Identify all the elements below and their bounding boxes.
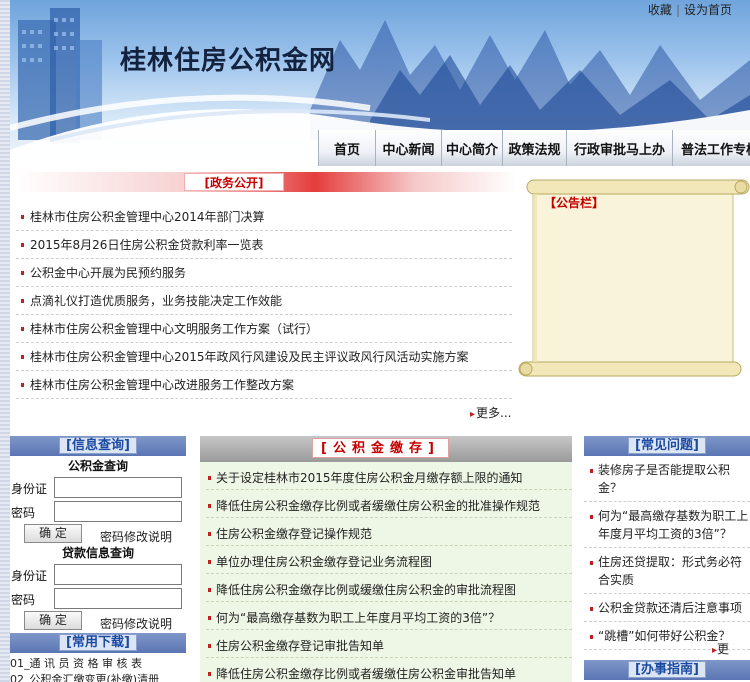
fund-password-input[interactable] xyxy=(54,501,182,522)
list-item[interactable]: 何为“最高缴存基数为职工上年度月平均工资的3倍”？ xyxy=(206,602,572,630)
loan-confirm-button[interactable]: 确 定 xyxy=(24,611,82,630)
loan-change-password-link[interactable]: 密码修改说明 xyxy=(100,615,172,632)
site-title: 桂林住房公积金网 xyxy=(120,46,337,76)
fund-confirm-button[interactable]: 确 定 xyxy=(24,524,82,543)
fund-deposit-header: [公积金缴存] xyxy=(200,436,572,462)
download-item[interactable]: 01_通 讯 员 资 格 审 核 表 xyxy=(10,656,186,672)
list-item[interactable]: 关于设定桂林市2015年度住房公积金月缴存额上限的通知 xyxy=(206,462,572,490)
faq-title: [常见问题] xyxy=(628,437,706,454)
password-label: 密码 xyxy=(11,506,36,520)
info-query-header: [信息查询] xyxy=(10,436,186,456)
downloads-list: 01_通 讯 员 资 格 审 核 表 02_公积金汇缴变更(补缴)清册 xyxy=(10,656,186,682)
tab-center-news[interactable]: 中心新闻 xyxy=(375,130,441,166)
fund-deposit-list: 关于设定桂林市2015年度住房公积金月缴存额上限的通知 降低住房公积金缴存比例或… xyxy=(200,462,572,682)
list-item[interactable]: 2015年8月26日住房公积金贷款利率一览表 xyxy=(16,231,512,259)
faq-item[interactable]: 公积金贷款还清后注意事项 xyxy=(584,594,750,622)
list-item[interactable]: 单位办理住房公积金缴存登记业务流程图 xyxy=(206,546,572,574)
list-item[interactable]: 桂林市住房公积金管理中心改进服务工作整改方案 xyxy=(16,371,512,399)
faq-list: 装修房子是否能提取公积金？ 何为“最高缴存基数为职工上年度月平均工资的3倍”？ … xyxy=(584,456,750,650)
main-nav: 首页 中心新闻 中心简介 政策法规 行政审批马上办 普法工作专栏 xyxy=(318,122,750,168)
list-item[interactable]: 降低住房公积金缴存比例或者缓缴住房公积金的批准操作规范 xyxy=(206,490,572,518)
left-decorative-strip xyxy=(0,0,10,682)
page: 桂林住房公积金网 收藏 | 设为首页 首页 中心新闻 中心简介 政策法规 行政审批马… xyxy=(0,0,750,682)
guide-header: [办事指南] xyxy=(584,660,750,680)
list-item[interactable]: 桂林市住房公积金管理中心2014年部门决算 xyxy=(16,203,512,231)
list-item[interactable]: 降低住房公积金缴存比例或者缓缴住房公积金审批告知单 xyxy=(206,658,572,682)
tab-center-intro[interactable]: 中心简介 xyxy=(441,130,502,166)
separator: | xyxy=(675,3,680,17)
tab-legal-column[interactable]: 普法工作专栏 xyxy=(672,130,750,166)
loan-password-input[interactable] xyxy=(54,588,182,609)
id-label: 身份证 xyxy=(11,482,48,496)
loan-id-input[interactable] xyxy=(54,564,182,585)
list-item[interactable]: 降低住房公积金缴存比例或缓缴住房公积金的审批流程图 xyxy=(206,574,572,602)
list-item[interactable]: 点滴礼仪打造优质服务，业务技能决定工作效能 xyxy=(16,287,512,315)
faq-item[interactable]: 何为“最高缴存基数为职工上年度月平均工资的3倍”？ xyxy=(584,502,750,548)
fund-id-input[interactable] xyxy=(54,477,182,498)
downloads-title: [常用下载] xyxy=(59,634,137,651)
gov-more-link[interactable]: 更多... xyxy=(470,404,511,421)
bulletin-board: 【公告栏】 xyxy=(517,176,750,394)
info-query-title: [信息查询] xyxy=(59,437,137,454)
gov-affairs-title: [政务公开] xyxy=(184,173,284,191)
guide-title: [办事指南] xyxy=(628,661,706,678)
fund-query-title: 公积金查询 xyxy=(67,459,128,473)
id-label: 身份证 xyxy=(11,569,48,583)
list-item[interactable]: 公积金中心开展为民预约服务 xyxy=(16,259,512,287)
list-item[interactable]: 桂林市住房公积金管理中心2015年政风行风建设及民主评议政风行风活动实施方案 xyxy=(16,343,512,371)
tab-admin-approval[interactable]: 行政审批马上办 xyxy=(566,130,672,166)
faq-header: [常见问题] xyxy=(584,436,750,456)
top-links: 收藏 | 设为首页 xyxy=(648,1,732,18)
query-panel: 公积金查询 身份证 密码 确 定 密码修改说明 贷款信息查询 身份证 密码 确 … xyxy=(10,456,186,632)
list-item[interactable]: 桂林市住房公积金管理中心文明服务工作方案（试行） xyxy=(16,315,512,343)
faq-item[interactable]: 装修房子是否能提取公积金？ xyxy=(584,456,750,502)
loan-query-title: 贷款信息查询 xyxy=(61,546,134,560)
tab-policy[interactable]: 政策法规 xyxy=(502,130,566,166)
fund-change-password-link[interactable]: 密码修改说明 xyxy=(100,528,172,545)
fund-deposit-title: [公积金缴存] xyxy=(312,438,449,458)
set-homepage-link[interactable]: 设为首页 xyxy=(684,3,732,17)
bulletin-title: 【公告栏】 xyxy=(544,196,605,210)
password-label: 密码 xyxy=(11,593,36,607)
downloads-header: [常用下载] xyxy=(10,633,186,653)
faq-item[interactable]: 住房还贷提取：形式务必符合实质 xyxy=(584,548,750,594)
bookmark-link[interactable]: 收藏 xyxy=(648,3,672,17)
tab-home[interactable]: 首页 xyxy=(318,130,375,166)
list-item[interactable]: 住房公积金缴存登记操作规范 xyxy=(206,518,572,546)
gov-affairs-header: [政务公开] xyxy=(14,170,516,194)
list-item[interactable]: 住房公积金缴存登记审批告知单 xyxy=(206,630,572,658)
download-item[interactable]: 02_公积金汇缴变更(补缴)清册 xyxy=(10,672,186,682)
gov-affairs-list: 桂林市住房公积金管理中心2014年部门决算 2015年8月26日住房公积金贷款利… xyxy=(16,203,512,399)
